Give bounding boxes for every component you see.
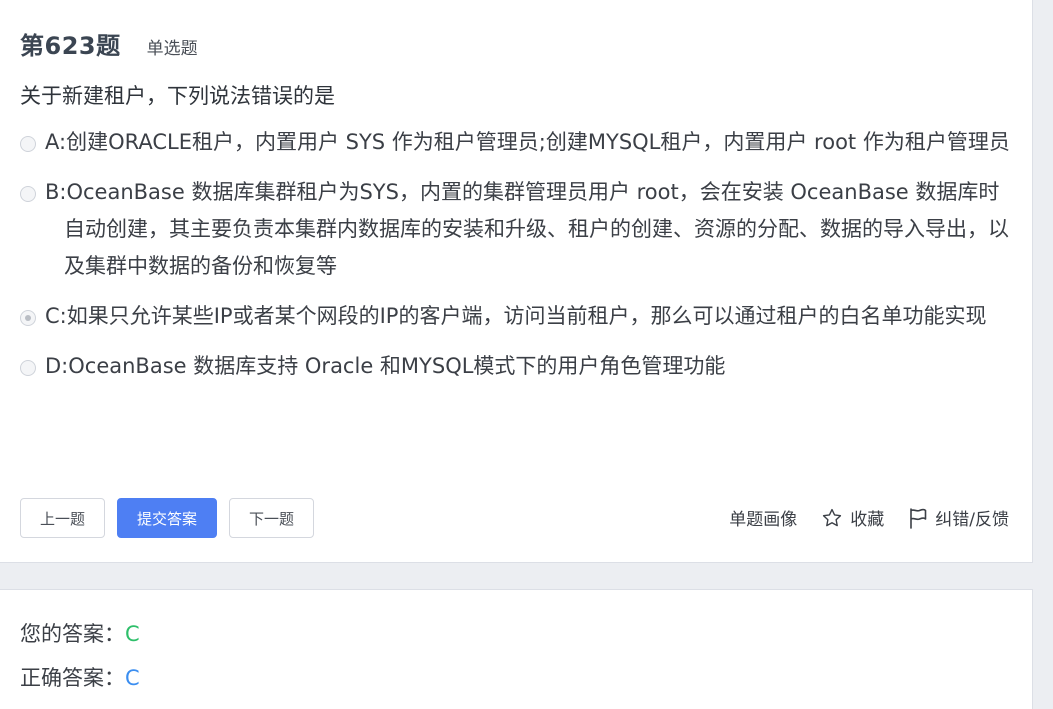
option-a[interactable]: A:创建ORACLE租户，内置用户 SYS 作为租户管理员;创建MYSQL租户，… [20, 124, 1010, 161]
option-b-text: B:OceanBase 数据库集群租户为SYS，内置的集群管理员用户 root，… [45, 180, 1009, 278]
option-a-text: A:创建ORACLE租户，内置用户 SYS 作为租户管理员;创建MYSQL租户，… [45, 130, 1010, 154]
correct-answer-label: 正确答案： [20, 666, 125, 690]
option-c-text: C:如果只允许某些IP或者某个网段的IP的客户端，访问当前租户，那么可以通过租户… [45, 304, 987, 328]
your-answer-value: C [125, 622, 140, 646]
favorite-button[interactable]: 收藏 [821, 505, 884, 530]
radio-option-a[interactable] [20, 136, 36, 152]
feedback-button[interactable]: 纠错/反馈 [908, 505, 1009, 530]
your-answer-label: 您的答案： [20, 622, 125, 646]
option-b[interactable]: B:OceanBase 数据库集群租户为SYS，内置的集群管理员用户 root，… [20, 174, 1010, 285]
answer-card: 您的答案：C 正确答案：C [0, 589, 1033, 709]
question-number: 第623题 [20, 32, 121, 60]
option-list: A:创建ORACLE租户，内置用户 SYS 作为租户管理员;创建MYSQL租户，… [20, 124, 1010, 385]
correct-answer-row: 正确答案：C [20, 662, 140, 692]
question-stem: 关于新建租户，下列说法错误的是 [20, 84, 335, 108]
question-header: 第623题 单选题 [20, 26, 198, 61]
option-d-text: D:OceanBase 数据库支持 Oracle 和MYSQL模式下的用户角色管… [45, 354, 726, 378]
prev-question-button[interactable]: 上一题 [20, 498, 106, 538]
question-card: 第623题 单选题 关于新建租户，下列说法错误的是 A:创建ORACLE租户，内… [0, 0, 1033, 563]
star-icon [823, 508, 842, 526]
next-question-button[interactable]: 下一题 [229, 498, 315, 538]
portrait-link[interactable]: 单题画像 [729, 505, 797, 530]
radio-option-d[interactable] [20, 360, 36, 376]
flag-icon [910, 507, 927, 529]
radio-option-b[interactable] [20, 186, 36, 202]
option-c[interactable]: C:如果只允许某些IP或者某个网段的IP的客户端，访问当前租户，那么可以通过租户… [20, 298, 1010, 335]
action-buttons: 上一题 提交答案 下一题 [20, 498, 326, 538]
question-tools: 单题画像 收藏 纠错/反馈 [705, 505, 1009, 530]
favorite-label: 收藏 [850, 510, 885, 530]
submit-answer-button[interactable]: 提交答案 [117, 498, 218, 538]
portrait-label: 单题画像 [729, 510, 798, 530]
correct-answer-value: C [125, 666, 140, 690]
your-answer-row: 您的答案：C [20, 618, 140, 648]
option-d[interactable]: D:OceanBase 数据库支持 Oracle 和MYSQL模式下的用户角色管… [20, 348, 1010, 385]
radio-option-c[interactable] [20, 310, 36, 326]
question-type: 单选题 [146, 39, 198, 59]
feedback-label: 纠错/反馈 [935, 510, 1009, 530]
